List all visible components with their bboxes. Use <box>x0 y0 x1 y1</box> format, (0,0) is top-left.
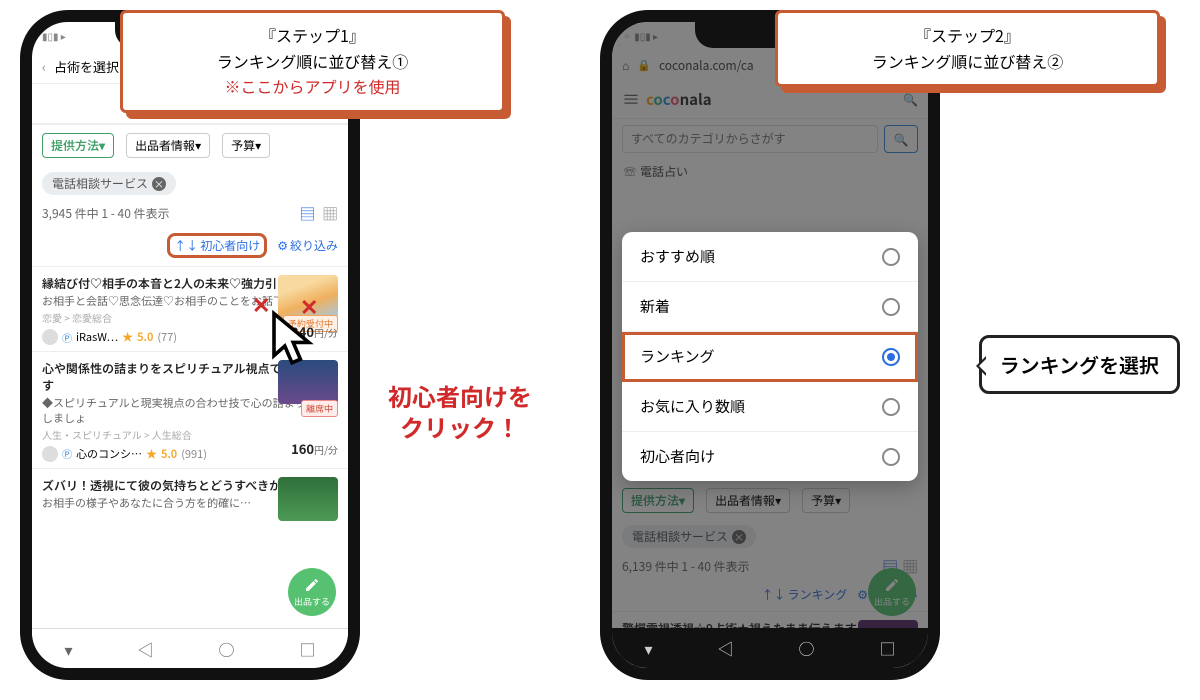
nav-home-icon[interactable]: ○ <box>798 636 814 660</box>
chevron-down-icon: ▾ <box>99 137 105 154</box>
sort-beginner-link[interactable]: ↑↓ 初心者向け <box>167 233 267 258</box>
listing-price: 160円/分 <box>291 439 338 458</box>
filter-seller[interactable]: 出品者情報 ▾ <box>126 133 210 158</box>
nav-back-icon[interactable]: ◁ <box>137 637 153 661</box>
review-count: (77) <box>157 329 177 345</box>
instruction-label: 初心者向けをクリック！ <box>360 380 560 442</box>
star-icon: ★ <box>146 446 157 462</box>
radio-icon <box>882 298 900 316</box>
status-badge: 離席中 <box>301 400 338 417</box>
sort-option-label: おすすめ順 <box>640 246 715 267</box>
pencil-icon <box>304 577 320 593</box>
radio-icon <box>882 398 900 416</box>
filter-icon: ⚙ <box>277 237 288 254</box>
seller-name: 心のコンシ… <box>76 446 142 462</box>
filter-method[interactable]: 提供方法 ▾ <box>42 133 114 158</box>
step1-note: ※ここからアプリを使用 <box>137 74 488 100</box>
result-count-row: 3,945 件中 1 - 40 件表示 ▤ ▦ <box>32 197 348 229</box>
sort-option-favorites[interactable]: お気に入り数順 <box>622 382 918 432</box>
review-count: (991) <box>181 446 207 462</box>
radio-icon-selected <box>882 348 900 366</box>
create-listing-fab[interactable]: 出品する <box>288 568 336 616</box>
rating-value: 5.0 <box>137 329 153 345</box>
view-toggle[interactable]: ▤ ▦ <box>295 201 338 225</box>
sort-option-beginner[interactable]: 初心者向け <box>622 432 918 481</box>
signal-icon: ▮▯▮ ▸ <box>42 28 66 50</box>
sort-option-label: ランキング <box>640 346 715 367</box>
ranking-bubble: ランキングを選択 <box>979 335 1180 394</box>
page-title: 占術を選択 <box>54 57 119 76</box>
back-icon[interactable]: ‹ <box>42 57 46 76</box>
chevron-down-icon: ▾ <box>195 137 201 154</box>
sort-option-label: 初心者向け <box>640 446 715 467</box>
avatar <box>42 446 58 462</box>
seller-name: iRasW… <box>76 329 118 345</box>
star-icon: ★ <box>122 329 133 345</box>
android-navbar: ▾ ◁ ○ □ <box>612 628 928 668</box>
sort-option-ranking[interactable]: ランキング <box>622 332 918 382</box>
sort-sheet: おすすめ順 新着 ランキング お気に入り数順 初心者向け <box>622 232 918 481</box>
active-filter-chip[interactable]: 電話相談サービス× <box>42 172 176 195</box>
listing-card[interactable]: ズバリ！透視にて彼の気持ちとどうすべきか答えます お相手の様子やあなたに合う方を… <box>32 468 348 516</box>
step1-title: 『ステップ1』 <box>137 23 488 49</box>
step2-callout: 『ステップ2』 ランキング順に並び替え② <box>775 10 1160 87</box>
step1-line: ランキング順に並び替え① <box>137 49 488 75</box>
phone-step2: ◦ ▮▯▮ ▸ ▢ ⌂ 🔒 coconala.com/ca ≡ coconala… <box>600 10 940 680</box>
filter-link[interactable]: ⚙ 絞り込み <box>277 233 338 258</box>
list-view-icon[interactable]: ▤ <box>299 201 315 225</box>
sort-option-label: お気に入り数順 <box>640 396 745 417</box>
sort-option-label: 新着 <box>640 296 670 317</box>
sort-row: ↑↓ 初心者向け ⚙ 絞り込み <box>32 229 348 266</box>
filter-row: 提供方法 ▾ 出品者情報 ▾ 予算 ▾ <box>32 125 348 166</box>
avatar <box>42 329 58 345</box>
chevron-down-icon: ▾ <box>255 137 261 154</box>
radio-icon <box>882 448 900 466</box>
nav-back-icon[interactable]: ◁ <box>717 636 733 660</box>
listing-thumbnail <box>278 477 338 521</box>
android-navbar: ▾ ◁ ○ □ <box>32 628 348 668</box>
rating-value: 5.0 <box>161 446 177 462</box>
nav-recent-icon[interactable]: □ <box>299 637 315 661</box>
nav-home-icon[interactable]: ○ <box>218 637 234 661</box>
sort-option-recommended[interactable]: おすすめ順 <box>622 232 918 282</box>
pro-badge: Ⓟ <box>62 330 72 345</box>
step1-callout: 『ステップ1』 ランキング順に並び替え① ※ここからアプリを使用 <box>120 10 505 113</box>
grid-view-icon[interactable]: ▦ <box>322 201 338 225</box>
radio-icon <box>882 248 900 266</box>
result-count: 3,945 件中 1 - 40 件表示 <box>42 205 170 222</box>
cursor-arrow-icon <box>268 310 328 370</box>
close-icon[interactable]: × <box>152 177 166 191</box>
sort-option-new[interactable]: 新着 <box>622 282 918 332</box>
step2-title: 『ステップ2』 <box>792 23 1143 49</box>
fab-label: 出品する <box>294 595 330 608</box>
step2-line: ランキング順に並び替え② <box>792 49 1143 75</box>
sort-icon: ↑↓ <box>174 237 198 254</box>
pro-badge: Ⓟ <box>62 446 72 461</box>
nav-recent-icon[interactable]: □ <box>879 636 895 660</box>
nav-menu-icon[interactable]: ▾ <box>644 636 652 660</box>
filter-budget[interactable]: 予算 ▾ <box>222 133 270 158</box>
nav-menu-icon[interactable]: ▾ <box>64 637 72 661</box>
